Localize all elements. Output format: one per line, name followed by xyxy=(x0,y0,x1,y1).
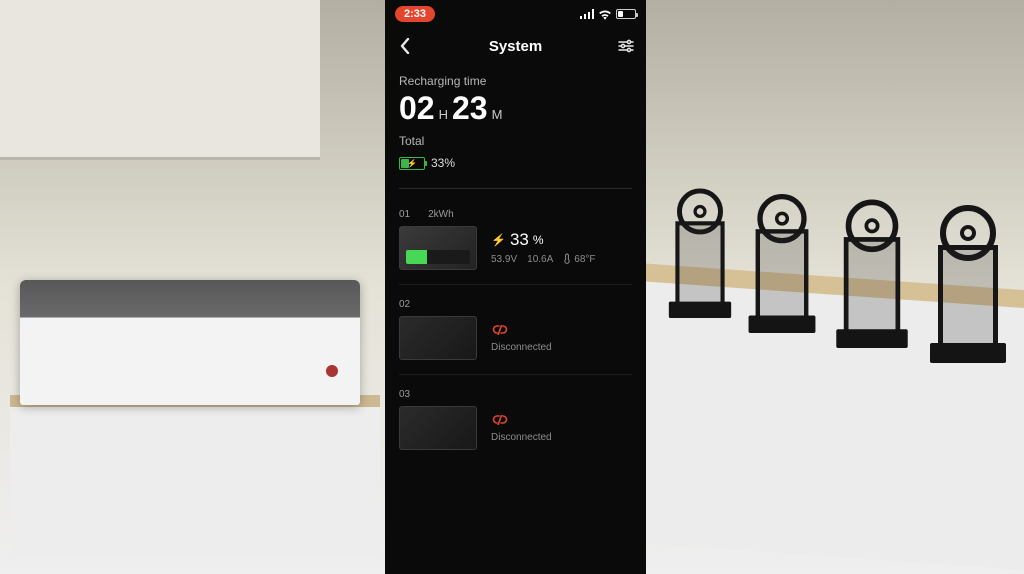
thermometer-icon xyxy=(563,253,571,267)
module-id: 01 xyxy=(399,209,410,220)
wifi-icon xyxy=(598,9,612,20)
module-03[interactable]: 03 Disconnected xyxy=(399,375,632,464)
module-capacity: 2kWh xyxy=(428,209,454,220)
module-temperature: 68°F xyxy=(574,254,595,265)
module-voltage: 53.9V xyxy=(491,254,517,265)
module-charge-value: 33 xyxy=(510,230,529,250)
module-status: Disconnected xyxy=(491,432,552,443)
minutes-value: 23 xyxy=(452,92,488,124)
settings-icon[interactable] xyxy=(616,36,636,56)
hours-value: 02 xyxy=(399,92,435,124)
phone-overlay: 2:33 System Recharging time xyxy=(385,0,646,574)
minutes-unit: M xyxy=(492,107,503,122)
module-id: 03 xyxy=(399,389,410,400)
module-01[interactable]: 01 2kWh ⚡ 33% 53.9V 10.6A xyxy=(399,195,632,285)
back-button[interactable] xyxy=(395,36,415,56)
hours-unit: H xyxy=(439,107,448,122)
cellular-signal-icon xyxy=(580,9,594,19)
disconnected-icon xyxy=(491,324,552,338)
module-status: Disconnected xyxy=(491,342,552,353)
charging-bolt-icon: ⚡ xyxy=(491,233,506,247)
recharging-label: Recharging time xyxy=(399,74,632,88)
recharging-summary: Recharging time 02 H 23 M Total ⚡ 33% xyxy=(385,64,646,180)
status-bar: 2:33 xyxy=(385,0,646,28)
module-02[interactable]: 02 Disconnected xyxy=(399,285,632,375)
recharging-time: 02 H 23 M xyxy=(399,92,632,124)
total-battery-icon: ⚡ xyxy=(399,157,425,170)
total-label: Total xyxy=(399,134,632,148)
module-current: 10.6A xyxy=(527,254,553,265)
battery-pack-icon xyxy=(399,226,477,270)
module-id: 02 xyxy=(399,299,410,310)
battery-pack-icon xyxy=(399,316,477,360)
total-percentage: 33% xyxy=(431,156,455,170)
disconnected-icon xyxy=(491,414,552,428)
module-charge-unit: % xyxy=(533,233,544,247)
page-title: System xyxy=(489,38,542,55)
app-header: System xyxy=(385,28,646,64)
battery-status-icon xyxy=(616,9,636,19)
status-icons xyxy=(580,9,636,20)
battery-pack-icon xyxy=(399,406,477,450)
recording-time-pill[interactable]: 2:33 xyxy=(395,6,435,22)
module-list: 01 2kWh ⚡ 33% 53.9V 10.6A xyxy=(385,189,646,464)
